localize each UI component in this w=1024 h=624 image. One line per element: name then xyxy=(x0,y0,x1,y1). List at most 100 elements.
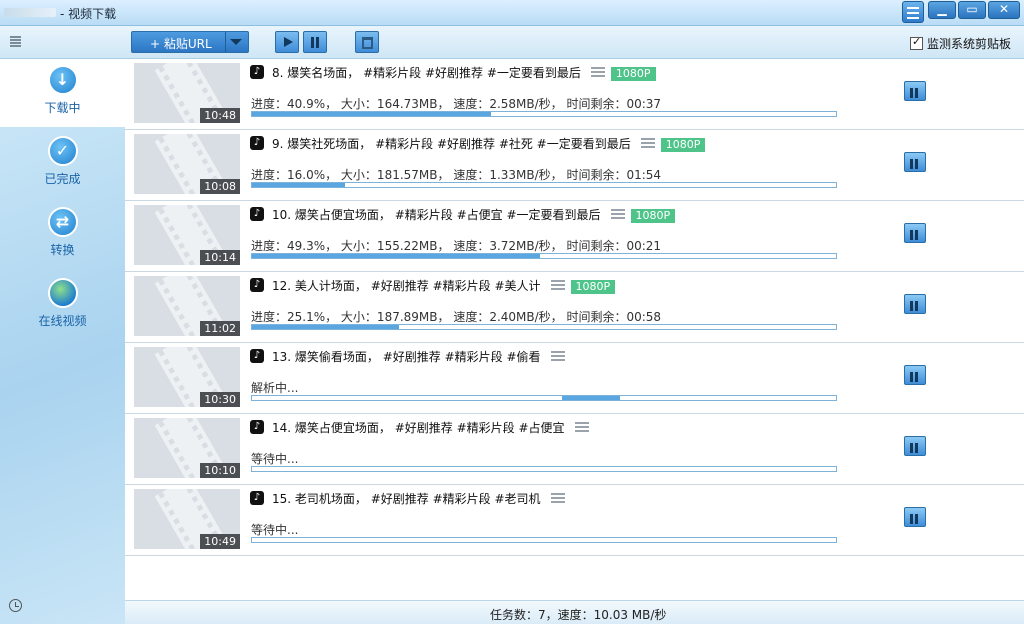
tiktok-icon: ♪ xyxy=(250,349,264,363)
task-title: 12. 美人计场面， #好剧推荐 #精彩片段 #美人计 xyxy=(272,279,541,293)
video-thumbnail: 10:30 xyxy=(134,347,240,407)
detail-list-icon[interactable] xyxy=(610,209,625,220)
title-bar: - 视频下载 ▁ ▭ ✕ xyxy=(0,0,1024,26)
task-title: 8. 爆笑名场面， #精彩片段 #好剧推荐 #一定要看到最后 xyxy=(272,66,581,80)
task-title: 9. 爆笑社死场面， #精彩片段 #好剧推荐 #社死 #一定要看到最后 xyxy=(272,137,631,151)
check-icon: ✓ xyxy=(47,136,78,166)
sidebar-item-online-video[interactable]: 在线视频 xyxy=(0,272,125,340)
task-row[interactable]: 10:30 ♪ 13. 爆笑偷看场面， #好剧推荐 #精彩片段 #偷看 解析中.… xyxy=(125,343,1024,414)
task-title: 10. 爆笑占便宜场面， #精彩片段 #占便宜 #一定要看到最后 xyxy=(272,208,601,222)
sidebar-item-label: 下载中 xyxy=(44,101,81,115)
checkbox-icon[interactable] xyxy=(910,35,923,50)
globe-icon xyxy=(47,278,78,308)
sidebar-item-completed[interactable]: ✓ 已完成 xyxy=(0,130,125,198)
task-info: 进度：40.9%， 大小：164.73MB， 速度：2.58MB/秒， 时间剩余… xyxy=(251,97,662,111)
task-title-line: 10. 爆笑占便宜场面， #精彩片段 #占便宜 #一定要看到最后 1080P xyxy=(272,206,676,223)
pause-icon xyxy=(910,158,920,172)
app-name-blurred xyxy=(4,8,56,17)
pause-icon xyxy=(910,371,920,385)
tiktok-icon: ♪ xyxy=(250,491,264,505)
tiktok-icon: ♪ xyxy=(250,278,264,292)
progress-fill xyxy=(252,112,491,116)
task-row[interactable]: 11:02 ♪ 12. 美人计场面， #好剧推荐 #精彩片段 #美人计 1080P… xyxy=(125,272,1024,343)
sidebar-item-label: 转换 xyxy=(50,243,75,257)
pause-button[interactable] xyxy=(904,365,926,385)
pause-button[interactable] xyxy=(904,81,926,101)
progress-fill xyxy=(252,254,540,258)
task-title-line: 9. 爆笑社死场面， #精彩片段 #好剧推荐 #社死 #一定要看到最后 1080P xyxy=(272,135,706,152)
tiktok-icon: ♪ xyxy=(250,420,264,434)
video-thumbnail: 10:49 xyxy=(134,489,240,549)
detail-list-icon[interactable] xyxy=(550,493,565,504)
maximize-button[interactable]: ▭ xyxy=(958,1,986,19)
task-title: 14. 爆笑占便宜场面， #好剧推荐 #精彩片段 #占便宜 xyxy=(272,421,565,435)
download-icon: ↓ xyxy=(47,65,78,95)
task-row[interactable]: 10:49 ♪ 15. 老司机场面， #好剧推荐 #精彩片段 #老司机 等待中.… xyxy=(125,485,1024,556)
task-title-line: 12. 美人计场面， #好剧推荐 #精彩片段 #美人计 1080P xyxy=(272,277,616,294)
task-info: 进度：25.1%， 大小：187.89MB， 速度：2.40MB/秒， 时间剩余… xyxy=(251,310,662,324)
menu-icon[interactable] xyxy=(902,1,924,23)
video-thumbnail: 10:48 xyxy=(134,63,240,123)
video-duration: 10:49 xyxy=(200,534,240,549)
pause-icon xyxy=(910,87,920,101)
task-row[interactable]: 10:08 ♪ 9. 爆笑社死场面， #精彩片段 #好剧推荐 #社死 #一定要看… xyxy=(125,130,1024,201)
window-title: - 视频下载 xyxy=(60,7,117,21)
task-row[interactable]: 10:10 ♪ 14. 爆笑占便宜场面， #好剧推荐 #精彩片段 #占便宜 等待… xyxy=(125,414,1024,485)
quality-badge: 1080P xyxy=(630,209,676,223)
sidebar: ↓ 下载中 ✓ 已完成 ⇄ 转换 在线视频 xyxy=(0,59,125,624)
detail-list-icon[interactable] xyxy=(590,67,605,78)
toolbar: + 粘贴URL 监测系统剪贴板 xyxy=(0,26,1024,59)
pause-button[interactable] xyxy=(904,223,926,243)
progress-bar xyxy=(251,466,837,472)
sidebar-item-label: 在线视频 xyxy=(38,314,87,328)
task-title-line: 8. 爆笑名场面， #精彩片段 #好剧推荐 #一定要看到最后 1080P xyxy=(272,64,656,81)
monitor-clipboard-label: 监测系统剪贴板 xyxy=(927,37,1012,51)
video-duration: 10:48 xyxy=(200,108,240,123)
pause-button[interactable] xyxy=(904,152,926,172)
paste-url-button[interactable]: + 粘贴URL xyxy=(131,31,249,53)
start-all-button[interactable] xyxy=(275,31,299,53)
list-view-icon[interactable] xyxy=(10,36,21,49)
pause-button[interactable] xyxy=(904,294,926,314)
progress-bar xyxy=(251,253,837,259)
task-row[interactable]: 10:48 ♪ 8. 爆笑名场面， #精彩片段 #好剧推荐 #一定要看到最后 10… xyxy=(125,59,1024,130)
trash-icon xyxy=(362,37,373,49)
pause-icon xyxy=(910,442,920,456)
task-title-line: 13. 爆笑偷看场面， #好剧推荐 #精彩片段 #偷看 xyxy=(272,348,565,365)
progress-bar xyxy=(251,324,837,330)
pause-icon xyxy=(910,229,920,243)
task-title: 15. 老司机场面， #好剧推荐 #精彩片段 #老司机 xyxy=(272,492,541,506)
task-info: 等待中... xyxy=(251,523,299,537)
close-button[interactable]: ✕ xyxy=(988,1,1020,19)
minimize-button[interactable]: ▁ xyxy=(928,1,956,19)
task-info: 解析中... xyxy=(251,381,299,395)
detail-list-icon[interactable] xyxy=(574,422,589,433)
chevron-down-icon[interactable] xyxy=(230,39,242,45)
pause-icon xyxy=(311,37,321,48)
progress-fill xyxy=(252,183,346,187)
sidebar-item-label: 已完成 xyxy=(44,172,81,186)
detail-list-icon[interactable] xyxy=(550,280,565,291)
tiktok-icon: ♪ xyxy=(250,136,264,150)
sidebar-item-convert[interactable]: ⇄ 转换 xyxy=(0,201,125,269)
pause-all-button[interactable] xyxy=(303,31,327,53)
pause-button[interactable] xyxy=(904,436,926,456)
paste-url-label: + 粘贴URL xyxy=(150,37,212,51)
task-info: 进度：49.3%， 大小：155.22MB， 速度：3.72MB/秒， 时间剩余… xyxy=(251,239,662,253)
monitor-clipboard-checkbox[interactable]: 监测系统剪贴板 xyxy=(910,35,1011,52)
detail-list-icon[interactable] xyxy=(550,351,565,362)
task-row[interactable]: 10:14 ♪ 10. 爆笑占便宜场面， #精彩片段 #占便宜 #一定要看到最后… xyxy=(125,201,1024,272)
convert-icon: ⇄ xyxy=(47,207,78,237)
sidebar-item-downloading[interactable]: ↓ 下载中 xyxy=(0,59,125,127)
task-list: 10:48 ♪ 8. 爆笑名场面， #精彩片段 #好剧推荐 #一定要看到最后 10… xyxy=(125,59,1024,600)
progress-fill xyxy=(252,325,399,329)
video-thumbnail: 10:08 xyxy=(134,134,240,194)
clock-icon[interactable] xyxy=(9,599,22,612)
task-info: 等待中... xyxy=(251,452,299,466)
pause-button[interactable] xyxy=(904,507,926,527)
pause-icon xyxy=(910,300,920,314)
delete-button[interactable] xyxy=(355,31,379,53)
tiktok-icon: ♪ xyxy=(250,207,264,221)
quality-badge: 1080P xyxy=(570,280,616,294)
detail-list-icon[interactable] xyxy=(640,138,655,149)
